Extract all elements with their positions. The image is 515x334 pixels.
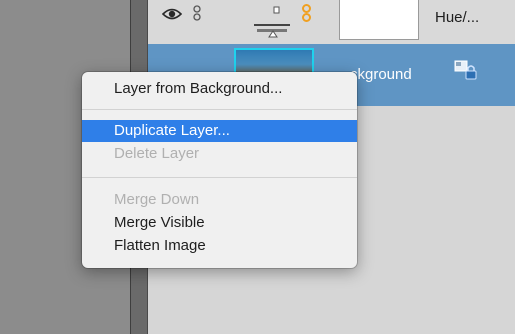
- menu-item-delete-layer[interactable]: Delete Layer: [82, 143, 357, 165]
- chain-icon[interactable]: [192, 5, 202, 21]
- layer-name-hue[interactable]: Hue/...: [435, 9, 479, 26]
- menu-item-flatten-image[interactable]: Flatten Image: [82, 235, 357, 257]
- link-icon[interactable]: [300, 4, 314, 22]
- layer-name-background[interactable]: ckground: [350, 66, 412, 83]
- levels-adjustment-icon[interactable]: [252, 3, 292, 39]
- layer-row-hue[interactable]: Hue/...: [148, 0, 515, 45]
- menu-separator: [82, 177, 357, 178]
- menu-item-merge-down[interactable]: Merge Down: [82, 189, 357, 211]
- menu-separator: [82, 109, 357, 110]
- layer-mask-thumbnail[interactable]: [339, 0, 419, 40]
- lock-icon[interactable]: [454, 60, 478, 82]
- menu-item-layer-from-background[interactable]: Layer from Background...: [82, 78, 357, 100]
- layer-context-menu: Layer from Background... Duplicate Layer…: [82, 72, 357, 268]
- menu-item-merge-visible[interactable]: Merge Visible: [82, 212, 357, 234]
- menu-item-duplicate-layer[interactable]: Duplicate Layer...: [82, 120, 357, 142]
- eye-icon[interactable]: [162, 7, 182, 21]
